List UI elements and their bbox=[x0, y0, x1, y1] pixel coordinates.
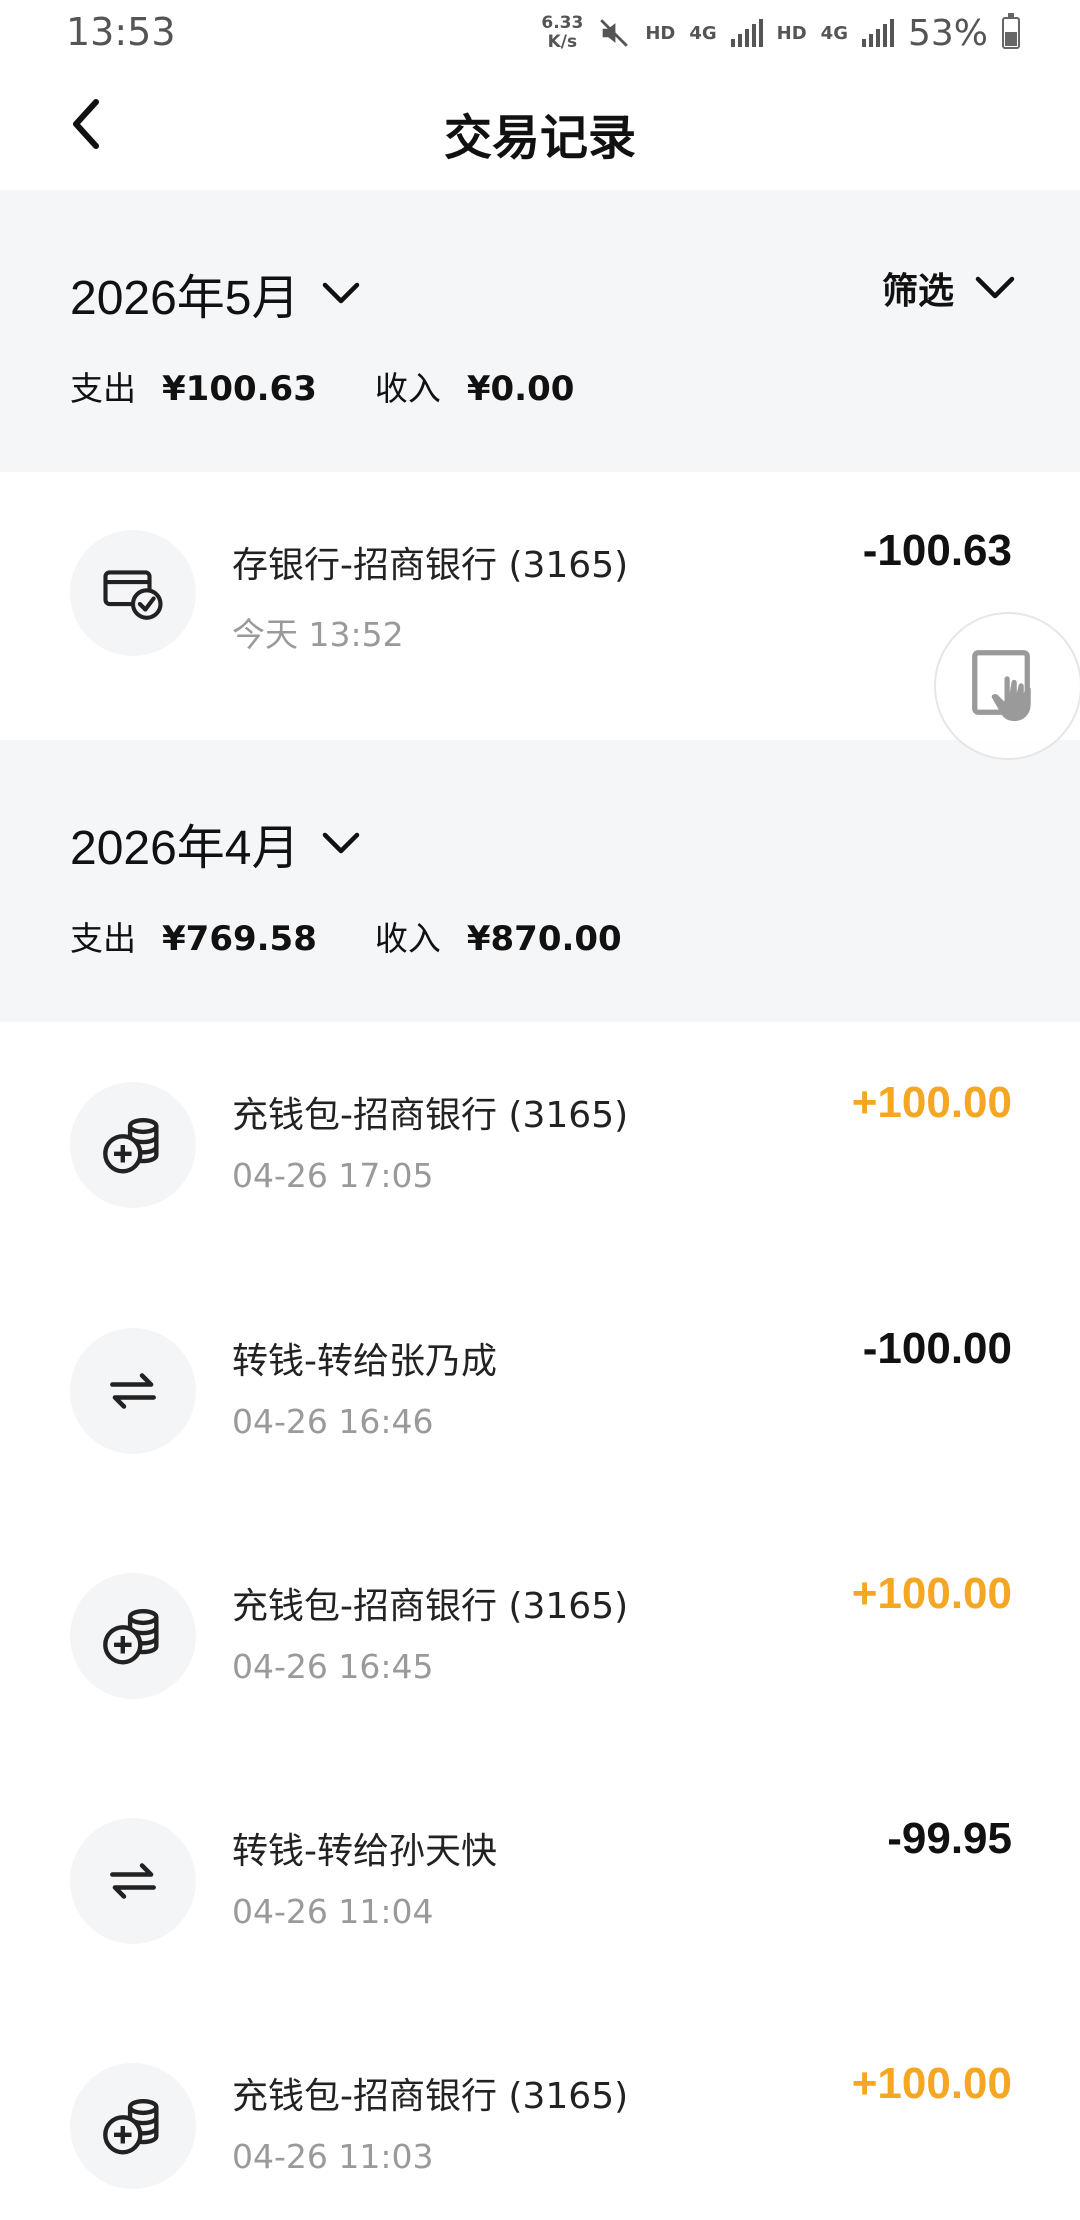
status-icons: 6.33 K/s HD 4G HD 4G 53% bbox=[541, 8, 1020, 58]
month-selector[interactable]: 2026年4月 bbox=[70, 808, 361, 878]
status-bar: 13:53 6.33 K/s HD 4G HD 4G 53% bbox=[0, 0, 1080, 70]
transfer-arrows-icon bbox=[110, 1373, 156, 1409]
month-label: 2026年5月 bbox=[70, 272, 300, 325]
coins-plus-icon bbox=[103, 1118, 159, 1174]
transaction-amount: -99.95 bbox=[887, 1814, 1012, 1863]
hd-badge: HD bbox=[645, 22, 676, 44]
transaction-title: 充钱包-招商银行 (3165) bbox=[232, 1095, 629, 1136]
expense-total: ¥769.58 bbox=[162, 919, 317, 959]
hd-badge-2: HD bbox=[776, 22, 807, 44]
transaction-time: 04-26 17:05 bbox=[232, 1156, 434, 1195]
filter-label: 筛选 bbox=[881, 271, 954, 312]
coins-plus-icon bbox=[103, 1609, 159, 1665]
battery-icon bbox=[1002, 13, 1020, 49]
transaction-amount: +100.00 bbox=[851, 1569, 1012, 1618]
transaction-row[interactable]: 充钱包-招商银行 (3165) 04-26 11:03 +100.00 bbox=[0, 2003, 1080, 2220]
battery-level bbox=[1005, 32, 1017, 46]
transaction-icon-bg bbox=[70, 2063, 196, 2189]
floating-touch-button[interactable] bbox=[934, 612, 1080, 760]
transaction-icon-bg bbox=[70, 1082, 196, 1208]
month-section-april: 2026年4月 支出 ¥769.58 收入 ¥870.00 bbox=[0, 740, 1080, 1022]
page-title: 交易记录 bbox=[443, 110, 636, 166]
transaction-amount: +100.00 bbox=[851, 2059, 1012, 2108]
expense-label: 支出 bbox=[70, 369, 136, 408]
network-type: 4G bbox=[689, 22, 717, 44]
transaction-row[interactable]: 存银行-招商银行 (3165) 今天 13:52 -100.63 bbox=[0, 472, 1080, 740]
transaction-time: 04-26 16:45 bbox=[232, 1647, 434, 1686]
expense-label: 支出 bbox=[70, 919, 136, 958]
chevron-down-icon bbox=[323, 282, 360, 304]
transaction-amount: -100.00 bbox=[862, 1324, 1012, 1373]
network-speed-value: 6.33 bbox=[541, 13, 584, 33]
touch-hand-icon bbox=[972, 650, 1031, 721]
network-speed: 6.33 K/s bbox=[541, 14, 583, 52]
app-header: 交易记录 bbox=[0, 70, 1080, 190]
transaction-title: 充钱包-招商银行 (3165) bbox=[232, 2076, 629, 2117]
transfer-arrows-icon bbox=[110, 1863, 156, 1899]
signal-icon bbox=[730, 19, 763, 47]
transaction-time: 今天 13:52 bbox=[232, 615, 404, 654]
income-total: ¥870.00 bbox=[466, 919, 622, 959]
network-speed-unit: K/s bbox=[547, 32, 578, 52]
transaction-amount: -100.63 bbox=[862, 526, 1012, 575]
status-time: 13:53 bbox=[66, 10, 176, 54]
transaction-icon-bg bbox=[70, 530, 196, 656]
battery-percent: 53% bbox=[907, 12, 988, 54]
network-type-2: 4G bbox=[820, 22, 848, 44]
transaction-amount: +100.00 bbox=[851, 1078, 1012, 1127]
transaction-time: 04-26 11:04 bbox=[232, 1892, 434, 1931]
transaction-time: 04-26 11:03 bbox=[232, 2137, 434, 2176]
month-selector[interactable]: 2026年5月 bbox=[70, 258, 361, 328]
income-total: ¥0.00 bbox=[466, 369, 575, 409]
transaction-title: 充钱包-招商银行 (3165) bbox=[232, 1586, 629, 1627]
transaction-icon-bg bbox=[70, 1818, 196, 1944]
transaction-row[interactable]: 转钱-转给孙天快 04-26 11:04 -99.95 bbox=[0, 1758, 1080, 2004]
filter-button[interactable]: 筛选 bbox=[882, 262, 1016, 314]
transaction-icon-bg bbox=[70, 1328, 196, 1454]
expense-total: ¥100.63 bbox=[162, 369, 317, 409]
transaction-title: 转钱-转给张乃成 bbox=[232, 1341, 497, 1382]
transaction-title: 存银行-招商银行 (3165) bbox=[232, 545, 629, 586]
mute-icon bbox=[600, 19, 629, 47]
month-label: 2026年4月 bbox=[70, 822, 300, 875]
transaction-row[interactable]: 转钱-转给张乃成 04-26 16:46 -100.00 bbox=[0, 1268, 1080, 1514]
month-summary: 支出 ¥769.58 收入 ¥870.00 bbox=[70, 912, 680, 960]
chevron-down-icon bbox=[323, 832, 360, 854]
income-label: 收入 bbox=[374, 919, 441, 958]
signal-icon-2 bbox=[861, 19, 894, 47]
transaction-row[interactable]: 充钱包-招商银行 (3165) 04-26 16:45 +100.00 bbox=[0, 1513, 1080, 1759]
chevron-down-icon bbox=[975, 276, 1015, 299]
card-check-icon bbox=[103, 570, 163, 620]
income-label: 收入 bbox=[374, 369, 441, 408]
transaction-time: 04-26 16:46 bbox=[232, 1402, 434, 1441]
coins-plus-icon bbox=[103, 2099, 159, 2155]
transaction-icon-bg bbox=[70, 1573, 196, 1699]
month-section-may: 2026年5月 筛选 支出 ¥100.63 收入 ¥0.00 bbox=[0, 190, 1080, 472]
transaction-title: 转钱-转给孙天快 bbox=[232, 1831, 497, 1872]
month-summary: 支出 ¥100.63 收入 ¥0.00 bbox=[70, 362, 632, 410]
transaction-row[interactable]: 充钱包-招商银行 (3165) 04-26 17:05 +100.00 bbox=[0, 1022, 1080, 1268]
